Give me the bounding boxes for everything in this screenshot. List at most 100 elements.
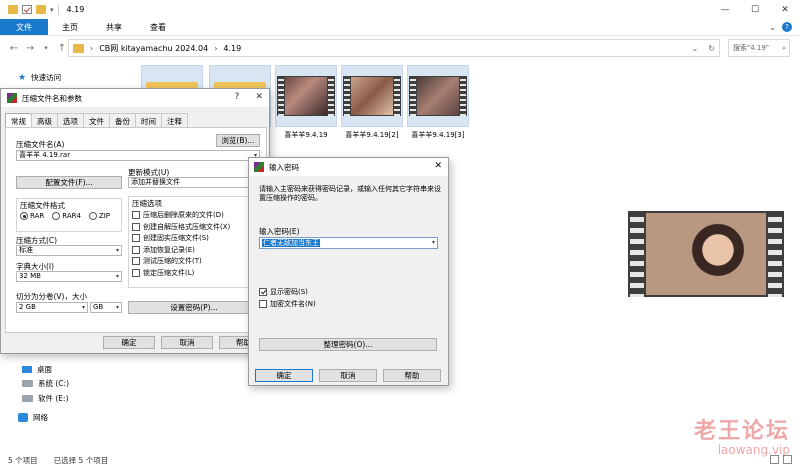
recent-locations-icon[interactable]: ▾ <box>38 44 54 52</box>
archive-name-field[interactable]: 喜羊羊 4.19.rar ▾ <box>16 150 260 161</box>
drive-icon <box>22 380 33 387</box>
update-mode-select[interactable]: 添加并替换文件 <box>128 177 260 188</box>
close-button[interactable]: ✕ <box>770 0 800 19</box>
tab-home[interactable]: 主页 <box>48 19 92 35</box>
checkbox[interactable] <box>132 257 140 266</box>
address-bar[interactable]: › CB网 kitayamachu 2024.04 › 4.19 ⌄ ↻ <box>68 39 720 57</box>
password-input[interactable]: 仁者无敌加当东王 ▾ <box>259 237 438 249</box>
organize-passwords-button[interactable]: 整理密码(O)... <box>259 338 437 351</box>
radio-button[interactable] <box>20 212 28 220</box>
chevron-down-icon[interactable]: ⌄ <box>769 23 776 32</box>
option-lock-archive[interactable]: 锁定压缩文件(L) <box>132 268 230 278</box>
file-item-video[interactable]: 喜羊羊9.4.19[2] <box>341 65 403 140</box>
chevron-down-icon[interactable]: ▾ <box>50 6 54 14</box>
tab-view[interactable]: 查看 <box>136 19 180 35</box>
video-thumbnail <box>343 76 401 116</box>
ok-button[interactable]: 确定 <box>103 336 155 349</box>
option-sfx[interactable]: 创建自解压格式压缩文件(X) <box>132 222 230 232</box>
explorer-title-bar: ▾ 4.19 — ☐ ✕ <box>0 0 800 19</box>
file-item-video[interactable]: 喜羊羊9.4.19[3] <box>407 65 469 140</box>
chevron-down-icon[interactable]: ▾ <box>116 272 119 281</box>
checkbox[interactable] <box>132 222 140 231</box>
format-label: 压缩文件格式 <box>20 201 65 210</box>
chevron-down-icon[interactable]: ▾ <box>116 246 119 255</box>
chevron-down-icon[interactable]: ▾ <box>432 239 435 246</box>
refresh-icon[interactable]: ↻ <box>708 44 715 53</box>
help-icon[interactable]: ? <box>235 92 240 102</box>
checkbox[interactable] <box>132 245 140 254</box>
file-item-video[interactable]: 喜羊羊9.4.19 <box>275 65 337 140</box>
file-name: 喜羊羊9.4.19 <box>284 131 328 139</box>
nav-item-system-drive[interactable]: 系统 (C:) <box>22 378 69 389</box>
maximize-button[interactable]: ☐ <box>740 0 770 19</box>
breadcrumb-item[interactable]: CB网 kitayamachu 2024.04 <box>99 43 208 54</box>
password-value: 仁者无敌加当东王 <box>262 239 320 247</box>
dictionary-value: 32 MB <box>19 272 41 280</box>
close-icon[interactable]: ✕ <box>434 161 442 171</box>
forward-arrow-icon[interactable]: → <box>22 43 38 54</box>
item-count: 5 个项目 <box>8 455 38 465</box>
minimize-button[interactable]: — <box>710 0 740 19</box>
chevron-down-icon[interactable]: ▾ <box>82 303 85 312</box>
nav-item-quick-access[interactable]: ★ 快速访问 <box>18 72 61 83</box>
chevron-down-icon[interactable]: ▾ <box>116 303 119 312</box>
close-icon[interactable]: ✕ <box>255 92 263 102</box>
chevron-right-icon: › <box>90 43 94 53</box>
nav-item-network[interactable]: 网络 <box>18 412 48 423</box>
split-unit-select[interactable]: GB ▾ <box>90 302 122 313</box>
nav-item-desktop[interactable]: 桌面 <box>22 364 52 375</box>
new-folder-icon[interactable] <box>36 5 46 14</box>
checkbox[interactable] <box>259 288 267 296</box>
password-dialog: 输入密码 ✕ 请输入主密码来获得密码记录，或输入任何其它字符串来设置压缩操作的密… <box>248 157 449 386</box>
checkbox[interactable] <box>132 211 140 219</box>
browse-button[interactable]: 浏览(B)... <box>216 134 260 147</box>
show-password-option[interactable]: 显示密码(S) <box>259 287 308 297</box>
radio-button[interactable] <box>88 212 97 220</box>
split-unit-value: GB <box>93 303 104 311</box>
back-arrow-icon[interactable]: ← <box>6 43 22 54</box>
radio-button[interactable] <box>52 212 61 220</box>
radio-zip[interactable]: ZIP <box>88 212 110 220</box>
watermark-text: 老王论坛 <box>693 418 790 444</box>
search-input[interactable]: 搜索"4.19" ⌕ <box>728 39 790 57</box>
help-icon[interactable]: ? <box>782 22 792 32</box>
checkbox[interactable] <box>132 234 140 243</box>
dictionary-select[interactable]: 32 MB ▾ <box>16 271 122 282</box>
checkbox[interactable] <box>132 268 140 277</box>
tab-share[interactable]: 共享 <box>92 19 136 35</box>
search-placeholder: 搜索"4.19" <box>733 44 770 52</box>
split-size-field[interactable]: 2 GB ▾ <box>16 302 88 313</box>
option-solid[interactable]: 创建固实压缩文件(S) <box>132 233 230 243</box>
nav-item-software-drive[interactable]: 软件 (E:) <box>22 393 69 404</box>
ok-button[interactable]: 确定 <box>255 369 313 382</box>
chevron-down-icon[interactable]: ⌄ <box>692 44 699 53</box>
update-mode-value: 添加并替换文件 <box>131 178 180 186</box>
radio-rar[interactable]: RAR <box>20 212 44 220</box>
nav-label: 快速访问 <box>31 73 62 82</box>
cancel-button[interactable]: 取消 <box>161 336 213 349</box>
radio-rar4[interactable]: RAR4 <box>52 212 81 220</box>
status-bar: 5 个项目 已选择 5 个项目 <box>0 450 800 470</box>
help-button[interactable]: 帮助 <box>383 369 441 382</box>
method-select[interactable]: 标准 ▾ <box>16 245 122 256</box>
thumbnail <box>275 65 337 127</box>
checkbox-label: 压缩后删除原来的文件(D) <box>143 211 224 219</box>
properties-icon[interactable] <box>22 5 32 14</box>
checkbox-label: 加密文件名(N) <box>270 300 316 308</box>
cancel-button[interactable]: 取消 <box>319 369 377 382</box>
profiles-button[interactable]: 配置文件(F)... <box>16 176 122 189</box>
option-delete-after[interactable]: 压缩后删除原来的文件(D) <box>132 210 230 220</box>
breadcrumb-item[interactable]: 4.19 <box>223 44 241 53</box>
set-password-button[interactable]: 设置密码(P)... <box>128 301 260 314</box>
options-list: 压缩后删除原来的文件(D) 创建自解压格式压缩文件(X) 创建固实压缩文件(S)… <box>132 210 230 278</box>
tab-file[interactable]: 文件 <box>0 19 48 35</box>
quick-access-toolbar: ▾ <box>0 4 59 15</box>
option-test-files[interactable]: 测试压缩的文件(T) <box>132 256 230 266</box>
format-radio-group: RAR RAR4 ZIP <box>20 212 110 220</box>
checkbox-label: 创建固实压缩文件(S) <box>143 234 209 243</box>
checkbox[interactable] <box>259 300 267 308</box>
checkbox-label: 测试压缩的文件(T) <box>143 257 202 266</box>
encrypt-file-names-option[interactable]: 加密文件名(N) <box>259 299 316 309</box>
archive-name-label: 压缩文件名(A) <box>16 140 65 149</box>
option-recovery-record[interactable]: 添加恢复记录(E) <box>132 245 230 255</box>
